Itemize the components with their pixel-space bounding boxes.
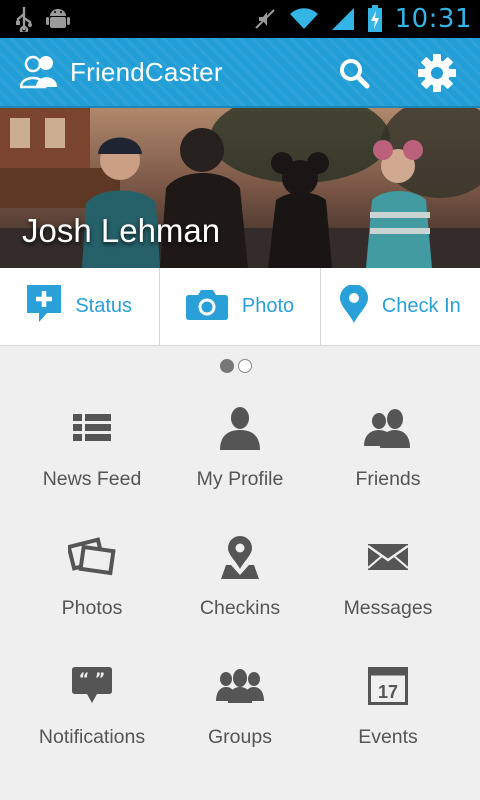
check-in-button[interactable]: Check In	[321, 268, 480, 345]
add-status-icon	[27, 285, 62, 328]
cover-photo[interactable]: Josh Lehman	[0, 108, 480, 268]
checkins-tile[interactable]: Checkins	[166, 519, 314, 648]
clock: 10:31	[394, 4, 472, 34]
app-title[interactable]: FriendCaster	[70, 57, 223, 88]
wifi-icon	[289, 7, 319, 31]
photo-button-label: Photo	[241, 295, 295, 317]
friends-icon	[360, 400, 416, 456]
search-icon[interactable]	[334, 53, 374, 93]
photos-label: Photos	[61, 597, 123, 619]
groups-tile[interactable]: Groups	[166, 648, 314, 777]
person-icon	[212, 400, 268, 456]
news-feed-tile[interactable]: News Feed	[18, 390, 166, 519]
list-icon	[64, 400, 120, 456]
action-bar: FriendCaster	[0, 38, 480, 108]
quick-actions-bar: Status Photo Check In	[0, 268, 480, 346]
messages-tile[interactable]: Messages	[314, 519, 462, 648]
menu-grid: News Feed My Profile Friends Photos Chec	[18, 390, 462, 780]
page-indicator[interactable]	[220, 359, 252, 373]
events-label: Events	[358, 726, 418, 748]
news-feed-label: News Feed	[42, 468, 142, 490]
status-button[interactable]: Status	[0, 268, 161, 345]
profile-name[interactable]: Josh Lehman	[22, 212, 220, 250]
messages-label: Messages	[343, 597, 433, 619]
photos-icon	[64, 529, 120, 585]
page-dot[interactable]	[238, 359, 252, 373]
envelope-icon	[360, 529, 416, 585]
calendar-icon: 17	[360, 658, 416, 714]
status-bar: 10:31	[0, 0, 480, 38]
check-in-button-label: Check In	[381, 295, 461, 317]
map-pin-icon	[212, 529, 268, 585]
svg-text:“ ”: “ ”	[79, 669, 106, 688]
notifications-tile[interactable]: “ ” Notifications	[18, 648, 166, 777]
photos-tile[interactable]: Photos	[18, 519, 166, 648]
photo-button[interactable]: Photo	[160, 268, 321, 345]
android-debug-icon	[46, 6, 70, 32]
my-profile-label: My Profile	[196, 468, 284, 490]
notifications-label: Notifications	[38, 726, 146, 748]
events-tile[interactable]: 17 Events	[314, 648, 462, 777]
camera-icon	[185, 288, 228, 325]
screen: 10:31 FriendCaster Josh Lehman Status Ph…	[0, 0, 480, 800]
mute-icon	[253, 7, 277, 31]
battery-charging-icon	[367, 5, 383, 33]
friends-logo-icon[interactable]	[20, 55, 58, 89]
friends-label: Friends	[355, 468, 421, 490]
status-button-label: Status	[75, 295, 133, 317]
checkins-label: Checkins	[199, 597, 281, 619]
usb-icon	[14, 6, 34, 32]
speech-bubble-icon: “ ”	[64, 658, 120, 714]
page-dot-active[interactable]	[220, 359, 234, 373]
signal-icon	[331, 7, 355, 31]
location-pin-icon	[339, 284, 368, 328]
groups-label: Groups	[208, 726, 272, 748]
friends-tile[interactable]: Friends	[314, 390, 462, 519]
group-icon	[212, 658, 268, 714]
gear-icon[interactable]	[416, 52, 458, 94]
my-profile-tile[interactable]: My Profile	[166, 390, 314, 519]
calendar-day-text: 17	[378, 682, 398, 702]
